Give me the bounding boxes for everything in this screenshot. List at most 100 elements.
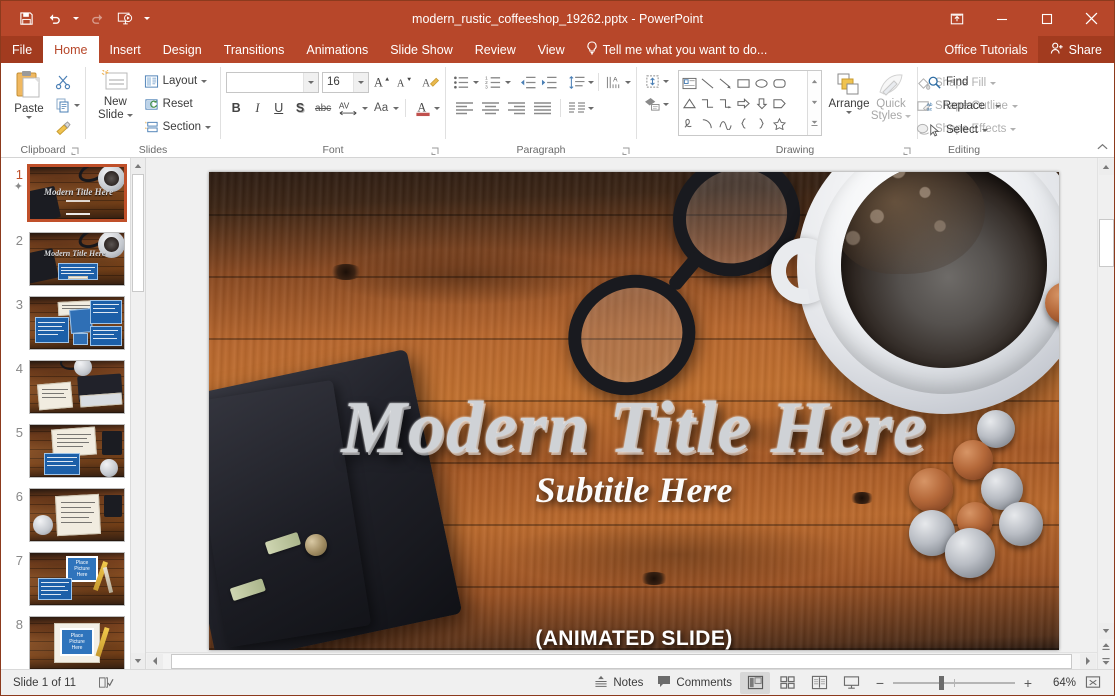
numbering-button[interactable]: 123: [483, 71, 505, 93]
slide-thumbnail-4[interactable]: 4: [1, 360, 130, 424]
tab-design[interactable]: Design: [152, 36, 213, 63]
align-text-button[interactable]: [641, 70, 663, 92]
slide-thumbnail-2[interactable]: 2 Modern Title Here: [1, 232, 130, 296]
strikethrough-button[interactable]: abc: [311, 97, 335, 119]
slide-show-view-button[interactable]: [836, 672, 866, 694]
shapes-gallery-scrollbar[interactable]: [807, 71, 821, 135]
font-dialog-launcher[interactable]: [429, 145, 441, 157]
close-icon[interactable]: [1069, 1, 1114, 36]
select-button[interactable]: Select: [923, 119, 1005, 141]
undo-icon[interactable]: [41, 6, 67, 32]
vscroll-down-icon[interactable]: [1099, 623, 1114, 639]
notes-button[interactable]: Notes: [588, 673, 649, 693]
tab-insert[interactable]: Insert: [99, 36, 152, 63]
reading-view-button[interactable]: [804, 672, 834, 694]
spellcheck-icon[interactable]: [92, 674, 120, 692]
decrease-font-size-button[interactable]: A: [394, 71, 413, 93]
fit-to-window-button[interactable]: [1078, 672, 1108, 694]
layout-dropdown-icon[interactable]: [201, 80, 207, 83]
bold-button[interactable]: B: [226, 97, 246, 119]
vscroll-up-icon[interactable]: [1099, 159, 1114, 175]
text-direction-dropdown-icon[interactable]: [625, 81, 631, 84]
cut-button[interactable]: [52, 71, 74, 93]
line-spacing-button[interactable]: [566, 71, 588, 93]
redo-icon[interactable]: [84, 6, 110, 32]
arrange-button[interactable]: Arrange: [828, 70, 870, 116]
character-spacing-button[interactable]: AV: [336, 97, 362, 119]
thumbnail-pane-scrollbar[interactable]: [130, 158, 145, 669]
replace-button[interactable]: abac Replace: [923, 95, 1005, 117]
slide-subtitle-text[interactable]: Subtitle Here: [209, 470, 1059, 510]
character-spacing-dropdown-icon[interactable]: [362, 107, 368, 110]
shape-rounded-rectangle[interactable]: [770, 73, 788, 93]
tab-animations[interactable]: Animations: [295, 36, 379, 63]
find-button[interactable]: Find: [923, 71, 1005, 93]
slide-animated-note[interactable]: (ANIMATED SLIDE): [209, 627, 1059, 650]
italic-button[interactable]: I: [247, 97, 267, 119]
line-spacing-dropdown-icon[interactable]: [588, 81, 594, 84]
shape-pentagon[interactable]: [770, 93, 788, 113]
slide-canvas[interactable]: Modern Title Here Subtitle Here (ANIMATE…: [146, 158, 1097, 652]
align-center-button[interactable]: [477, 97, 503, 119]
hscroll-left-icon[interactable]: [147, 654, 163, 669]
zoom-level-label[interactable]: 64%: [1042, 677, 1076, 689]
select-dropdown-icon[interactable]: [982, 129, 988, 132]
collapse-ribbon-icon[interactable]: [1094, 139, 1110, 155]
shape-effects-dropdown-icon[interactable]: [1010, 128, 1016, 131]
shape-curve[interactable]: [716, 113, 734, 133]
comments-button[interactable]: Comments: [651, 673, 738, 693]
slide-sorter-view-button[interactable]: [772, 672, 802, 694]
shape-elbow-arrow-connector[interactable]: [716, 93, 734, 113]
hscroll-right-icon[interactable]: [1080, 654, 1096, 669]
vscroll-thumb[interactable]: [1099, 219, 1114, 267]
align-text-dropdown-icon[interactable]: [663, 80, 669, 83]
zoom-out-button[interactable]: −: [874, 677, 886, 689]
horizontal-scrollbar[interactable]: [146, 652, 1097, 669]
change-case-button[interactable]: Aa: [369, 97, 393, 119]
quick-styles-button[interactable]: Quick Styles: [870, 70, 912, 124]
section-dropdown-icon[interactable]: [205, 126, 211, 129]
numbering-dropdown-icon[interactable]: [505, 81, 511, 84]
shape-scribble[interactable]: [680, 113, 698, 133]
shape-left-brace[interactable]: [734, 113, 752, 133]
zoom-slider-handle[interactable]: [939, 676, 944, 690]
thumbnail-scroll-up-icon[interactable]: [131, 158, 145, 174]
change-case-dropdown-icon[interactable]: [393, 107, 399, 110]
shape-star[interactable]: [770, 113, 788, 133]
slide-indicator[interactable]: Slide 1 of 11: [7, 675, 82, 691]
slide-title-text[interactable]: Modern Title Here: [209, 388, 1059, 468]
slide-thumbnail-3[interactable]: 3: [1, 296, 130, 360]
slide-thumbnail-list[interactable]: 1 ✦ Modern Title Here 2: [1, 158, 130, 669]
tab-slide-show[interactable]: Slide Show: [379, 36, 464, 63]
bullets-dropdown-icon[interactable]: [473, 81, 479, 84]
tab-file[interactable]: File: [1, 36, 43, 63]
restore-icon[interactable]: [1024, 1, 1069, 36]
tab-transitions[interactable]: Transitions: [213, 36, 296, 63]
justify-button[interactable]: [529, 97, 555, 119]
save-icon[interactable]: [13, 6, 39, 32]
font-color-button[interactable]: A: [412, 97, 434, 119]
vscroll-track[interactable]: [1099, 175, 1114, 622]
paste-button[interactable]: Paste: [6, 68, 52, 119]
paste-dropdown-icon[interactable]: [26, 116, 32, 119]
replace-dropdown-icon[interactable]: [995, 105, 1001, 108]
vertical-scrollbar[interactable]: [1097, 158, 1114, 669]
zoom-control[interactable]: − +: [874, 677, 1034, 689]
shape-rectangle[interactable]: [734, 73, 752, 93]
thumbnail-scroll-thumb[interactable]: [132, 174, 144, 292]
align-right-button[interactable]: [503, 97, 529, 119]
minimize-icon[interactable]: [979, 1, 1024, 36]
slide-thumbnail-1[interactable]: 1 ✦ Modern Title Here: [1, 166, 130, 232]
thumbnail-scroll-down-icon[interactable]: [131, 653, 145, 669]
new-slide-button[interactable]: New Slide: [91, 68, 140, 124]
tab-review[interactable]: Review: [464, 36, 527, 63]
font-name-box[interactable]: [226, 72, 319, 93]
shape-arrow[interactable]: [716, 73, 734, 93]
start-presentation-icon[interactable]: [112, 6, 138, 32]
section-button[interactable]: Section: [140, 116, 215, 138]
drawing-dialog-launcher[interactable]: [901, 145, 913, 157]
format-painter-button[interactable]: [52, 117, 74, 139]
tell-me-search[interactable]: Tell me what you want to do...: [576, 36, 778, 63]
customize-qat-icon[interactable]: [140, 6, 153, 32]
current-slide[interactable]: Modern Title Here Subtitle Here (ANIMATE…: [209, 172, 1059, 650]
